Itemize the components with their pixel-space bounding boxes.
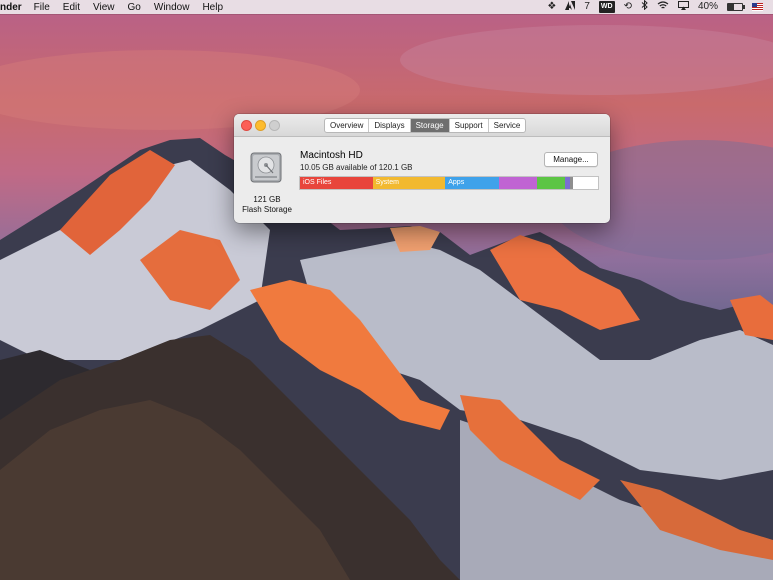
close-button[interactable] (241, 120, 252, 131)
disk-name: Macintosh HD (300, 150, 363, 161)
app-menu[interactable]: nder (0, 2, 22, 13)
about-this-mac-window: Overview Displays Storage Support Servic… (234, 114, 610, 223)
zoom-button[interactable] (269, 120, 280, 131)
disk-capacity: 121 GB (253, 195, 281, 204)
battery-percent: 40% (697, 1, 718, 12)
flag-icon[interactable] (752, 3, 763, 11)
minimize-button[interactable] (255, 120, 266, 131)
menu-file[interactable]: File (34, 2, 50, 13)
bluetooth-icon[interactable] (641, 0, 648, 14)
tab-storage[interactable]: Storage (410, 119, 450, 132)
menu-help[interactable]: Help (202, 2, 223, 13)
storage-segment-7 (572, 177, 598, 189)
wd-drive-icon[interactable]: WD (598, 1, 615, 13)
tab-bar: Overview Displays Storage Support Servic… (324, 118, 527, 133)
airplay-icon[interactable] (677, 0, 689, 14)
menu-window[interactable]: Window (154, 2, 190, 13)
tab-overview[interactable]: Overview (325, 119, 370, 132)
menu-go[interactable]: Go (128, 2, 141, 13)
menu-edit[interactable]: Edit (63, 2, 80, 13)
battery-icon[interactable] (727, 3, 745, 11)
menu-bar: nder File Edit View Go Window Help ❖ 7 W… (0, 0, 773, 14)
manage-button[interactable]: Manage... (544, 152, 598, 167)
storage-segment-apps: Apps (445, 177, 499, 189)
storage-segment-ios-files: iOS Files (300, 177, 373, 189)
mountain-landscape (0, 25, 773, 580)
tab-displays[interactable]: Displays (369, 119, 411, 132)
storage-segment-4 (537, 177, 566, 189)
adobe-count: 7 (584, 1, 590, 12)
tab-service[interactable]: Service (489, 119, 526, 132)
wifi-icon[interactable] (657, 0, 669, 14)
status-area: ❖ 7 WD ⟲ 40% (547, 0, 763, 14)
storage-panel: 121 GB Flash Storage Macintosh HD 10.05 … (234, 137, 610, 223)
disk-available: 10.05 GB available of 120.1 GB (300, 163, 413, 172)
time-machine-icon[interactable]: ⟲ (624, 1, 632, 13)
adobe-icon[interactable] (565, 0, 576, 14)
disk-type: Flash Storage (242, 205, 292, 214)
desktop-wallpaper (0, 0, 773, 580)
storage-usage-bar: iOS Files System Apps (299, 176, 599, 190)
hard-drive-icon (250, 152, 282, 183)
title-bar[interactable]: Overview Displays Storage Support Servic… (234, 114, 610, 137)
storage-segment-system: System (372, 177, 446, 189)
tab-support[interactable]: Support (450, 119, 489, 132)
menu-view[interactable]: View (93, 2, 115, 13)
storage-segment-3 (498, 177, 538, 189)
dropbox-icon[interactable]: ❖ (547, 1, 556, 13)
